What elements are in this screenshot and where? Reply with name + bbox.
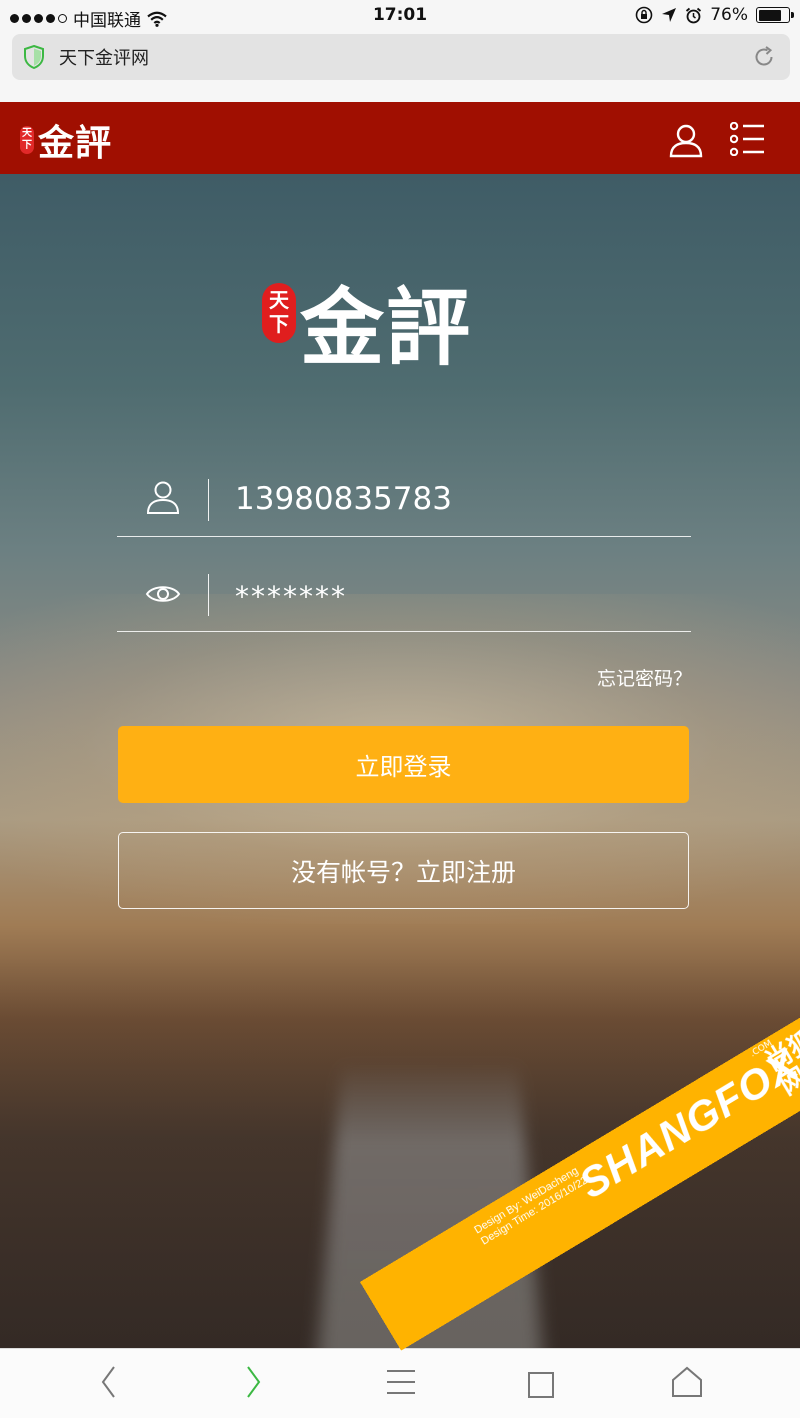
logo-text: 金評: [38, 122, 113, 164]
phone-field[interactable]: [117, 441, 691, 537]
tabs-icon[interactable]: [526, 1365, 560, 1399]
eye-icon[interactable]: [145, 576, 181, 612]
password-input[interactable]: [235, 580, 675, 613]
header-logo[interactable]: 天下 金評: [20, 114, 112, 166]
user-icon: [146, 481, 180, 514]
site-header: 天下 金評: [0, 102, 800, 174]
password-field[interactable]: [117, 536, 691, 632]
main-logo-text: 金評: [300, 278, 473, 377]
battery-icon: [756, 7, 794, 23]
field-divider: [208, 479, 209, 521]
main-logo-seal: 天下: [262, 283, 296, 343]
battery-percent: 76%: [710, 5, 748, 25]
rotation-lock-icon: [635, 6, 653, 24]
home-icon[interactable]: [670, 1365, 704, 1399]
back-icon[interactable]: [92, 1365, 126, 1399]
alarm-icon: [686, 7, 702, 23]
security-shield-icon: [24, 45, 44, 69]
page-title: 天下金评网: [59, 48, 149, 69]
field-divider: [208, 574, 209, 616]
logo-seal: 天下: [20, 126, 34, 154]
menu-list-icon[interactable]: [730, 122, 766, 156]
phone-input[interactable]: [235, 481, 675, 517]
menu-icon[interactable]: [384, 1365, 418, 1399]
location-arrow-icon: [662, 8, 677, 22]
user-account-icon[interactable]: [668, 122, 704, 158]
refresh-icon[interactable]: [752, 45, 776, 69]
status-right: 76%: [635, 5, 794, 25]
forward-icon[interactable]: [236, 1365, 270, 1399]
login-button[interactable]: 立即登录: [118, 726, 689, 803]
forgot-password-link[interactable]: 忘记密码？: [597, 664, 692, 691]
address-bar[interactable]: 天下金评网: [12, 34, 790, 80]
browser-address-area: 天下金评网: [0, 32, 800, 102]
status-bar: 中国联通 17:01 76%: [0, 0, 800, 32]
main-logo: 天下 金評: [262, 280, 472, 376]
register-button[interactable]: 没有帐号？立即注册: [118, 832, 689, 909]
browser-toolbar: [0, 1348, 800, 1418]
